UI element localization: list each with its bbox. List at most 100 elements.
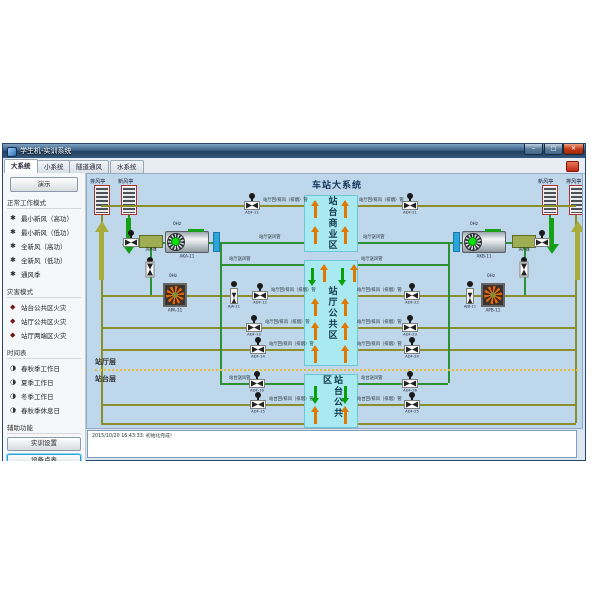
- duct-label: 站厅回/排风（排烟）管: [265, 320, 310, 324]
- flow-arrow: [341, 206, 350, 218]
- damper[interactable]: [142, 257, 158, 283]
- fan-frequency: 0Hz: [173, 222, 181, 226]
- duct-label: 站厅送风管: [361, 257, 383, 261]
- butterfly-damper[interactable]: AJB-11: [465, 281, 475, 311]
- fire-icon: ◆: [10, 332, 18, 339]
- left-exhaust-shaft-label: 排风亭: [90, 177, 105, 185]
- log-entry: 2015/10/20 16:43:33: 初始化完成！: [92, 434, 175, 439]
- damper[interactable]: ADF-15: [250, 392, 266, 418]
- fan-hub: [172, 292, 178, 298]
- sidebar-item-label: 最小新风（高功）: [21, 213, 73, 223]
- damper-tag: AJB-11: [461, 305, 480, 309]
- fan-icon: ✱: [10, 243, 18, 250]
- damper[interactable]: [516, 257, 532, 283]
- duct-label: 站厅回/排风（排烟）管: [263, 198, 308, 202]
- clock-icon: ◑: [10, 407, 18, 414]
- minimize-button[interactable]: ‒: [524, 144, 543, 155]
- sidebar-item-spring-autumn-restday[interactable]: ◑春秋季休息日: [3, 403, 85, 417]
- flow-arrow: [308, 268, 317, 280]
- damper-tag: ADF-12: [251, 301, 270, 305]
- flow-arrow: [341, 328, 350, 340]
- flow-arrow: [338, 268, 347, 280]
- damper[interactable]: ADF-12: [252, 283, 268, 309]
- damper[interactable]: ADF-24: [404, 337, 420, 363]
- right-fresh-shaft-label: 新风亭: [538, 177, 553, 185]
- axial-fan[interactable]: [462, 231, 506, 253]
- damper[interactable]: ADF-25: [404, 392, 420, 418]
- fan-stripe: [485, 229, 501, 232]
- flow-arrow: [311, 412, 320, 424]
- sidebar-item-min-fresh-low[interactable]: ✱最小新风（低功）: [3, 225, 85, 239]
- sidebar-item-platform-fire[interactable]: ◆站台公共区火灾: [3, 300, 85, 314]
- close-button[interactable]: ✕: [563, 144, 584, 155]
- fan-frequency: 0Hz: [470, 222, 478, 226]
- duct-label: 站厅回/排风（排烟）管: [357, 320, 402, 324]
- demo-button[interactable]: 演示: [10, 177, 78, 192]
- maximize-button[interactable]: □: [544, 144, 563, 155]
- fan-tag: AKA-11: [173, 255, 200, 259]
- duct-label: 站厅回/排风（排烟）管: [359, 198, 404, 202]
- hall-level-label: 站厅层: [95, 357, 116, 367]
- mimic-canvas: 车站大系统 排风亭 新风亭 新风亭 排风亭: [86, 173, 583, 429]
- tab-big-system[interactable]: 大系统: [4, 159, 38, 174]
- sidebar-item-hall-fire[interactable]: ◆站厅公共区火灾: [3, 314, 85, 328]
- tab-strip: 大系统 小系统 隧道通风 水系统: [3, 158, 585, 174]
- damper[interactable]: ADF-11: [244, 193, 260, 219]
- return-fan[interactable]: [481, 283, 505, 307]
- sidebar-item-summer-workday[interactable]: ◑夏季工作日: [3, 375, 85, 389]
- fan-frequency: 0Hz: [487, 274, 495, 278]
- section-header-disaster-mode: 灾害模式: [7, 286, 81, 298]
- device-point-table-button[interactable]: 设备点表: [7, 454, 81, 461]
- butterfly-damper[interactable]: AJA-11: [229, 281, 239, 311]
- muffler[interactable]: 消声器: [139, 235, 163, 248]
- flow-arrow: [311, 206, 320, 218]
- sidebar-item-vent-season[interactable]: ✱通风季: [3, 267, 85, 281]
- training-setup-button[interactable]: 实训设置: [7, 437, 81, 451]
- filter[interactable]: [213, 232, 220, 252]
- axial-fan[interactable]: [165, 231, 209, 253]
- flow-arrow: [320, 270, 329, 282]
- fresh-shaft-louver: [542, 185, 558, 215]
- tab-tunnel-vent[interactable]: 隧道通风: [69, 160, 109, 174]
- fan-icon: ✱: [10, 229, 18, 236]
- tab-small-system[interactable]: 小系统: [37, 160, 71, 174]
- flow-arrow: [311, 351, 320, 363]
- return-fan[interactable]: [163, 283, 187, 307]
- duct-label: 站厅送风管: [229, 257, 251, 261]
- sidebar-item-label: 冬季工作日: [21, 391, 54, 401]
- title-bar[interactable]: 学生机-实训系统 ‒ □ ✕: [3, 144, 585, 158]
- damper-tag: ADF-22: [403, 301, 422, 305]
- sidebar-item-spring-autumn-workday[interactable]: ◑春秋季工作日: [3, 361, 85, 375]
- sidebar-item-min-fresh-high[interactable]: ✱最小新风（高功）: [3, 211, 85, 225]
- event-log: 2015/10/20 16:43:33: 初始化完成！: [87, 430, 577, 458]
- zone-label: 站台商业区: [326, 196, 337, 251]
- fire-icon: ◆: [10, 318, 18, 325]
- muffler[interactable]: 消声器: [512, 235, 536, 248]
- duct-line: [101, 205, 304, 207]
- exhaust-shaft-louver: [94, 185, 110, 215]
- section-header-normal-mode: 正常工作模式: [7, 197, 81, 209]
- tab-water-system[interactable]: 水系统: [110, 160, 144, 174]
- fan-frequency: 0Hz: [169, 274, 177, 278]
- damper[interactable]: ADF-22: [404, 283, 420, 309]
- sidebar-item-all-fresh-low[interactable]: ✱全新风（低功）: [3, 253, 85, 267]
- damper[interactable]: [534, 230, 550, 256]
- sidebar-item-label: 夏季工作日: [21, 377, 54, 387]
- alarm-icon[interactable]: [566, 161, 579, 172]
- sidebar-item-all-fresh-high[interactable]: ✱全新风（高功）: [3, 239, 85, 253]
- sidebar: 演示 正常工作模式 ✱最小新风（高功） ✱最小新风（低功） ✱全新风（高功） ✱…: [3, 173, 86, 461]
- sidebar-item-winter-workday[interactable]: ◑冬季工作日: [3, 389, 85, 403]
- app-window: 学生机-实训系统 ‒ □ ✕ 大系统 小系统 隧道通风 水系统 演示 正常工作模…: [2, 143, 586, 461]
- damper[interactable]: [123, 230, 139, 256]
- damper[interactable]: ADF-21: [402, 193, 418, 219]
- flow-arrow: [341, 412, 350, 424]
- duct-label: 站厅送风管: [259, 235, 281, 239]
- sidebar-item-hall-ends-fire[interactable]: ◆站厅两端区火灾: [3, 328, 85, 342]
- fan-tag: APB-11: [483, 309, 502, 313]
- sidebar-item-label: 春秋季工作日: [21, 363, 60, 373]
- duct-label: 站厅回/排风（排烟）管: [269, 342, 314, 346]
- filter[interactable]: [453, 232, 460, 252]
- damper[interactable]: ADF-14: [250, 337, 266, 363]
- duct-line: [101, 404, 304, 406]
- flow-arrow: [341, 304, 350, 316]
